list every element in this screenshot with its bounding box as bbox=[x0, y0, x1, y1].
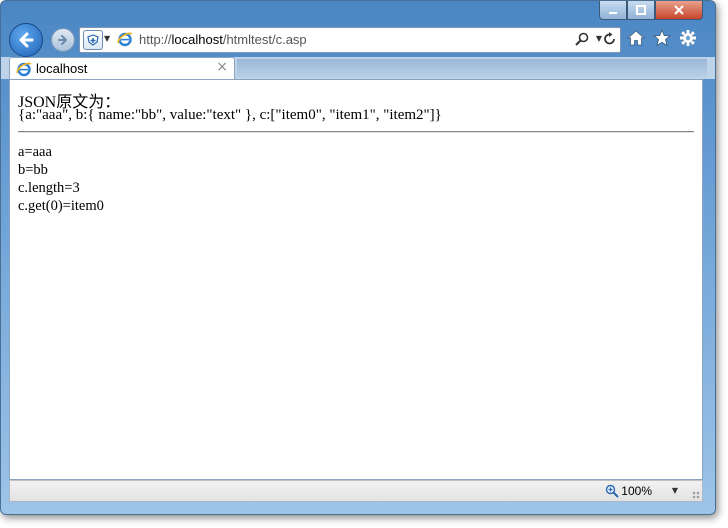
result-line: b=bb bbox=[18, 162, 48, 178]
page-content: JSON原文为： {a:"aaa", b:{ name:"bb", value:… bbox=[9, 79, 703, 480]
tab-close-icon[interactable]: × bbox=[216, 59, 228, 75]
tab-title: localhost bbox=[36, 61, 88, 76]
maximize-button[interactable] bbox=[627, 1, 655, 20]
horizontal-rule bbox=[18, 131, 694, 133]
refresh-icon[interactable] bbox=[603, 31, 617, 52]
browser-window: ▼ http://localhost/htmltest/c.asp ▼ loca… bbox=[0, 0, 716, 515]
zoom-icon bbox=[606, 484, 620, 498]
url-scheme: http:// bbox=[139, 32, 172, 47]
shield-icon bbox=[87, 34, 99, 46]
search-dropdown-icon[interactable]: ▼ bbox=[596, 34, 602, 43]
zoom-dropdown-icon[interactable]: ▼ bbox=[672, 486, 678, 495]
url-path: /htmltest/c.asp bbox=[222, 32, 307, 47]
search-icon[interactable] bbox=[574, 31, 590, 52]
maximize-icon bbox=[636, 5, 646, 15]
ie-logo-icon bbox=[117, 31, 133, 52]
close-icon bbox=[674, 5, 684, 15]
result-line: a=aaa bbox=[18, 144, 52, 160]
shield-dropdown-icon[interactable]: ▼ bbox=[104, 34, 110, 43]
tab-strip: localhost × bbox=[1, 57, 715, 79]
forward-arrow-icon bbox=[58, 35, 67, 45]
address-url[interactable]: http://localhost/htmltest/c.asp bbox=[139, 32, 307, 47]
back-button[interactable] bbox=[9, 23, 43, 57]
home-icon[interactable] bbox=[626, 29, 646, 47]
status-bar: 100% ▼ bbox=[9, 480, 703, 502]
tools-gear-icon[interactable] bbox=[679, 29, 697, 47]
minimize-button[interactable] bbox=[599, 1, 627, 20]
json-raw-text: {a:"aaa", b:{ name:"bb", value:"text" },… bbox=[18, 107, 442, 123]
tab-strip-background bbox=[237, 59, 707, 77]
command-icons bbox=[626, 28, 697, 47]
result-line: c.get(0)=item0 bbox=[18, 198, 104, 214]
result-line: c.length=3 bbox=[18, 180, 80, 196]
shield-button[interactable] bbox=[83, 30, 103, 50]
back-arrow-icon bbox=[19, 32, 34, 48]
url-host: localhost bbox=[171, 32, 223, 47]
zoom-level: 100% bbox=[621, 484, 652, 498]
resize-grip[interactable] bbox=[692, 491, 700, 499]
navigation-bar: ▼ http://localhost/htmltest/c.asp ▼ bbox=[1, 21, 715, 57]
address-bar[interactable]: ▼ http://localhost/htmltest/c.asp ▼ bbox=[79, 27, 621, 53]
forward-button[interactable] bbox=[51, 28, 75, 52]
close-button[interactable] bbox=[655, 1, 703, 20]
zoom-control[interactable]: 100% bbox=[605, 484, 652, 498]
caption-buttons bbox=[599, 1, 703, 21]
minimize-icon bbox=[609, 12, 617, 14]
tab-localhost[interactable]: localhost × bbox=[9, 57, 235, 79]
results-list: a=aaa b=bb c.length=3 c.get(0)=item0 bbox=[18, 143, 104, 215]
favorites-star-icon[interactable] bbox=[652, 28, 672, 47]
